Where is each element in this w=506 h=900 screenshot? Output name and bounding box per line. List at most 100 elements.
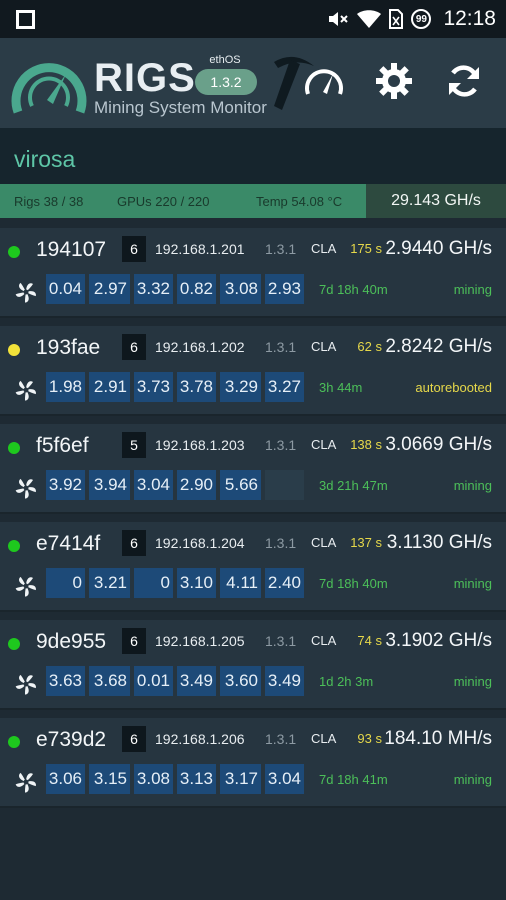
ethos-label: ethOS	[209, 54, 241, 66]
rig-seconds: 62 s	[357, 339, 382, 354]
mute-icon	[329, 12, 349, 26]
gpu-hashrate-cell: 3.04	[265, 764, 304, 794]
rig-hashrate: 184.10 MH/s	[384, 728, 492, 749]
rig-version: 1.3.1	[265, 241, 297, 257]
rig-gpu-count: 6	[122, 530, 146, 556]
rig-seconds: 138 s	[350, 437, 382, 452]
rig-name: 194107	[36, 238, 107, 261]
rig-gpu-count: 6	[122, 726, 146, 752]
rig-hashrate: 2.9440 GH/s	[385, 238, 492, 259]
gpu-hashrate-cell: 0.04	[46, 274, 85, 304]
rig-gpu-count: 6	[122, 628, 146, 654]
gpu-hashrate-cell: 1.98	[46, 372, 85, 402]
gpu-hashrate-cell: 2.90	[177, 470, 216, 500]
rig-ip: 192.168.1.206	[155, 731, 245, 747]
rig-uptime: 3d 21h 47m	[319, 478, 388, 493]
rig-miner: CLA	[311, 535, 337, 550]
gpu-hashrates: 3.06 3.15 3.08 3.13 3.17 3.04	[46, 764, 304, 794]
fan-icon	[15, 380, 36, 401]
gpu-hashrate-cell	[265, 470, 304, 500]
rig-status-dot	[8, 344, 20, 356]
rig-gpu-count: 6	[122, 236, 146, 262]
rig-miner: CLA	[311, 731, 337, 746]
fan-icon	[15, 772, 36, 793]
rig-status-dot	[8, 246, 20, 258]
rig-ip: 192.168.1.201	[155, 241, 245, 257]
rig-version: 1.3.1	[265, 535, 297, 551]
gpus-summary: GPUs 220 / 220	[117, 194, 210, 209]
speedometer-logo-icon	[11, 63, 87, 114]
rig-name: e739d2	[36, 728, 107, 751]
gpu-hashrate-cell: 2.91	[89, 372, 130, 402]
ethos-version-badge: 1.3.2	[195, 69, 257, 95]
rig-uptime: 7d 18h 40m	[319, 282, 388, 297]
gpu-hashrate-cell: 0.01	[134, 666, 173, 696]
rig-status-dot	[8, 638, 20, 650]
rig-row[interactable]: 194107 6 192.168.1.201 1.3.1 CLA 175 s 2…	[0, 228, 506, 318]
app-header: RIGS Mining System Monitor ethOS 1.3.2	[0, 38, 506, 128]
gpu-hashrate-cell: 3.49	[177, 666, 216, 696]
gpu-hashrate-cell: 3.68	[89, 666, 130, 696]
rig-ip: 192.168.1.204	[155, 535, 245, 551]
gpu-hashrate-cell: 3.29	[220, 372, 261, 402]
gpu-hashrate-cell: 3.04	[134, 470, 173, 500]
app-subtitle: Mining System Monitor	[94, 98, 267, 117]
notification-square-icon	[16, 10, 35, 29]
gpu-hashrate-cell: 3.94	[89, 470, 130, 500]
rig-row[interactable]: f5f6ef 5 192.168.1.203 1.3.1 CLA 138 s 3…	[0, 424, 506, 514]
rig-miner: CLA	[311, 633, 337, 648]
refresh-button[interactable]	[443, 60, 485, 102]
gpu-hashrate-cell: 3.73	[134, 372, 173, 402]
rig-status-dot	[8, 540, 20, 552]
rig-hashrate: 3.1902 GH/s	[385, 630, 492, 651]
rig-uptime: 7d 18h 40m	[319, 576, 388, 591]
refresh-icon	[449, 65, 479, 97]
gpu-hashrate-cell: 3.78	[177, 372, 216, 402]
wifi-icon	[357, 10, 382, 28]
rig-seconds: 137 s	[350, 535, 382, 550]
summary-bar: Rigs 38 / 38 GPUs 220 / 220 Temp 54.08 °…	[0, 184, 506, 218]
rig-gpu-count: 5	[122, 432, 146, 458]
status-bar: 99 12:18	[0, 0, 506, 38]
gpu-hashrates: 0 3.21 0 3.10 4.11 2.40	[46, 568, 304, 598]
rig-status-dot	[8, 442, 20, 454]
gpu-hashrate-cell: 0	[46, 568, 85, 598]
gpu-hashrate-cell: 3.10	[177, 568, 216, 598]
rig-row[interactable]: 9de955 6 192.168.1.205 1.3.1 CLA 74 s 3.…	[0, 620, 506, 710]
gpu-hashrate-cell: 3.27	[265, 372, 304, 402]
rig-gpu-count: 6	[122, 334, 146, 360]
rig-hashrate: 3.0669 GH/s	[385, 434, 492, 455]
rig-miner: CLA	[311, 339, 337, 354]
total-hashrate: 29.143 GH/s	[366, 184, 506, 218]
rig-row[interactable]: e739d2 6 192.168.1.206 1.3.1 CLA 93 s 18…	[0, 718, 506, 808]
gpu-hashrate-cell: 2.93	[265, 274, 304, 304]
rig-seconds: 93 s	[357, 731, 382, 746]
rig-state: mining	[453, 576, 492, 591]
fan-icon	[15, 478, 36, 499]
gpu-hashrate-cell: 2.97	[89, 274, 130, 304]
gpu-hashrates: 0.04 2.97 3.32 0.82 3.08 2.93	[46, 274, 304, 304]
rig-state: mining	[453, 674, 492, 689]
farm-name: virosa	[14, 146, 76, 172]
speedometer-button[interactable]	[303, 60, 345, 102]
rig-seconds: 74 s	[357, 633, 382, 648]
rig-uptime: 3h 44m	[319, 380, 363, 395]
rig-state: mining	[453, 478, 492, 493]
rig-row[interactable]: 193fae 6 192.168.1.202 1.3.1 CLA 62 s 2.…	[0, 326, 506, 416]
rig-name: f5f6ef	[36, 434, 89, 457]
farm-header: virosa	[0, 128, 506, 184]
rig-uptime: 1d 2h 3m	[319, 674, 374, 689]
rig-hashrate: 3.1130 GH/s	[386, 532, 492, 553]
fan-icon	[15, 674, 36, 695]
fan-icon	[15, 282, 36, 303]
gpu-hashrate-cell: 3.32	[134, 274, 173, 304]
rig-ip: 192.168.1.205	[155, 633, 245, 649]
gpu-hashrate-cell: 5.66	[220, 470, 261, 500]
rig-state: mining	[453, 282, 492, 297]
rig-row[interactable]: e7414f 6 192.168.1.204 1.3.1 CLA 137 s 3…	[0, 522, 506, 612]
settings-button[interactable]	[373, 60, 415, 102]
rig-miner: CLA	[311, 437, 337, 452]
gpu-hashrates: 3.92 3.94 3.04 2.90 5.66	[46, 470, 304, 500]
gpu-hashrate-cell: 3.92	[46, 470, 85, 500]
gpu-hashrate-cell: 3.13	[177, 764, 216, 794]
